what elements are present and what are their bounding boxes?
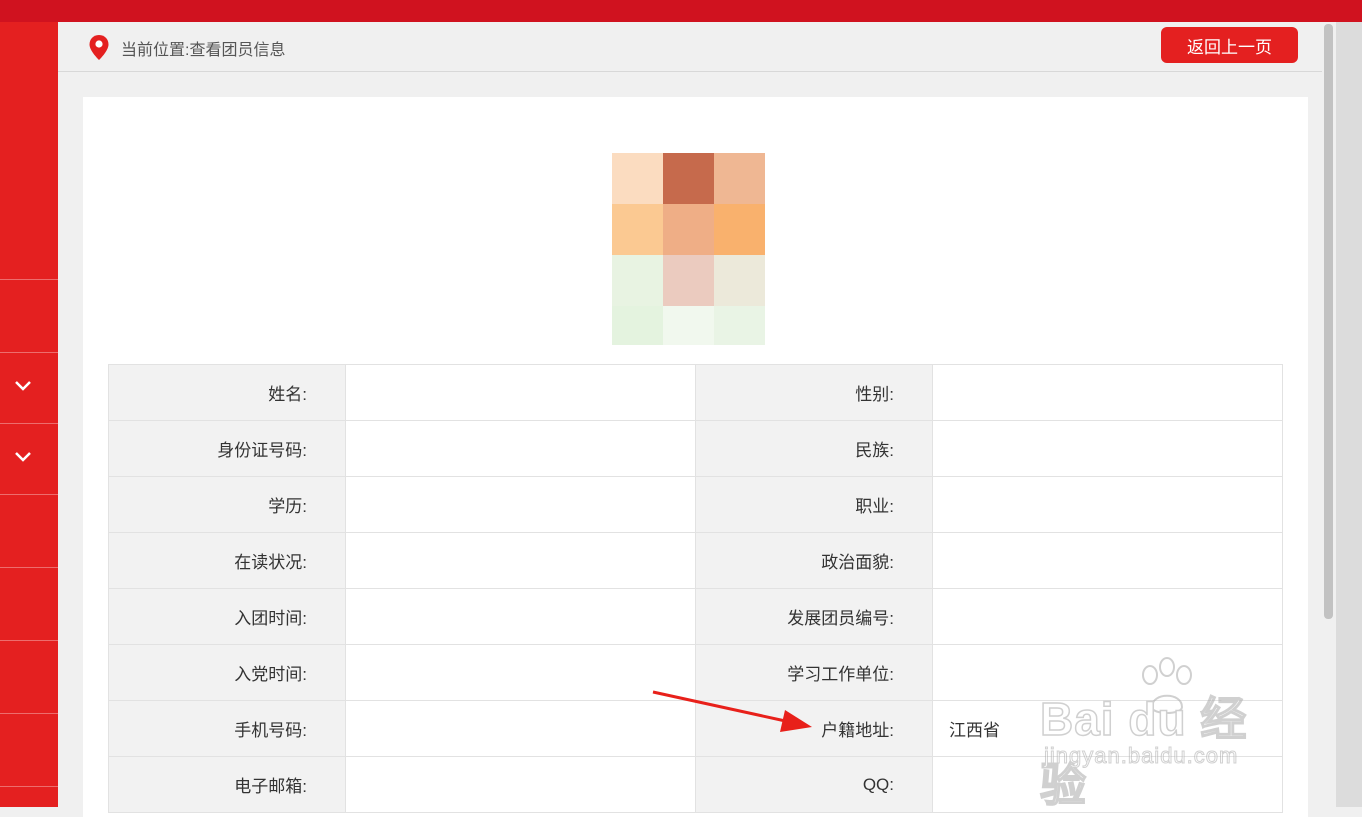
member-photo xyxy=(612,153,765,345)
field-value xyxy=(932,532,1283,589)
sidebar-item-6[interactable] xyxy=(0,640,58,713)
field-label: 手机号码: xyxy=(108,700,346,757)
field-label: 职业: xyxy=(695,476,933,533)
chevron-down-icon xyxy=(15,381,31,391)
field-value xyxy=(345,532,696,589)
field-value xyxy=(345,420,696,477)
field-label: 学历: xyxy=(108,476,346,533)
sidebar-item-8[interactable] xyxy=(0,786,58,808)
field-label: 身份证号码: xyxy=(108,420,346,477)
top-bar xyxy=(0,0,1362,22)
sidebar-item-5[interactable] xyxy=(0,567,58,640)
table-row: 学历: 职业: xyxy=(108,476,1283,533)
field-value xyxy=(345,364,696,421)
field-label: 政治面貌: xyxy=(695,532,933,589)
field-value xyxy=(932,364,1283,421)
field-value xyxy=(932,588,1283,645)
chevron-down-icon xyxy=(15,452,31,462)
field-label: 民族: xyxy=(695,420,933,477)
sidebar-item-7[interactable] xyxy=(0,713,58,786)
field-label: QQ: xyxy=(695,756,933,813)
table-row: 身份证号码: 民族: xyxy=(108,420,1283,477)
watermark-url: jingyan.baidu.com xyxy=(1043,743,1239,769)
field-label: 在读状况: xyxy=(108,532,346,589)
back-button[interactable]: 返回上一页 xyxy=(1161,27,1298,63)
sidebar-item-1[interactable] xyxy=(0,279,58,352)
field-value xyxy=(345,476,696,533)
field-label: 姓名: xyxy=(108,364,346,421)
field-value xyxy=(345,756,696,813)
red-arrow-annotation xyxy=(652,690,812,732)
table-row: 姓名: 性别: xyxy=(108,364,1283,421)
baidu-jingyan-watermark: Bai du 经验 jingyan.baidu.com xyxy=(1039,655,1290,812)
right-panel xyxy=(1336,22,1362,807)
location-pin-icon xyxy=(89,35,109,60)
sidebar-item-4[interactable] xyxy=(0,494,58,567)
field-label: 入党时间: xyxy=(108,644,346,701)
field-value xyxy=(932,476,1283,533)
sidebar xyxy=(0,22,58,807)
sidebar-item-3[interactable] xyxy=(0,423,58,494)
field-value xyxy=(932,420,1283,477)
field-value xyxy=(345,588,696,645)
field-label: 电子邮箱: xyxy=(108,756,346,813)
table-row: 在读状况: 政治面貌: xyxy=(108,532,1283,589)
sidebar-item-2[interactable] xyxy=(0,352,58,423)
scrollbar-thumb[interactable] xyxy=(1324,24,1333,619)
field-label: 发展团员编号: xyxy=(695,588,933,645)
table-row: 入团时间: 发展团员编号: xyxy=(108,588,1283,645)
field-label: 性别: xyxy=(695,364,933,421)
breadcrumb: 当前位置:查看团员信息 xyxy=(121,42,286,59)
breadcrumb-bar: 当前位置:查看团员信息 返回上一页 xyxy=(58,22,1322,72)
field-label: 入团时间: xyxy=(108,588,346,645)
